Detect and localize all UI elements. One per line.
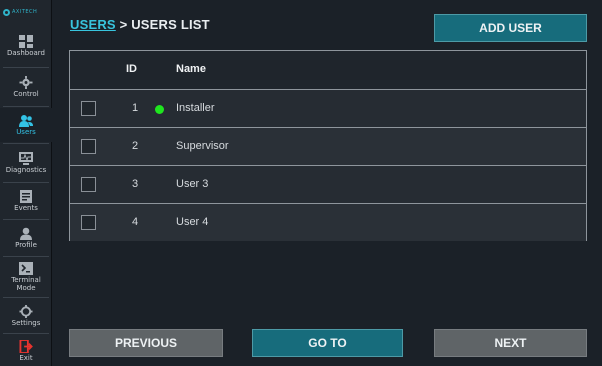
logo-text: AXITECH [12,9,38,15]
table-row[interactable]: 2 Supervisor [70,127,586,165]
divider [3,143,49,144]
divider [3,106,49,107]
sidebar-item-label: Control [13,90,39,98]
events-icon [20,190,32,203]
sidebar-item-dashboard[interactable]: Dashboard [0,26,52,66]
divider [3,256,49,257]
users-table: ID Name 1 Installer 2 Supervisor 3 User … [69,50,587,241]
add-user-button[interactable]: ADD USER [434,14,587,42]
settings-icon [19,304,33,318]
sidebar-item-users[interactable]: Users [0,108,52,142]
sidebar-item-events[interactable]: Events [0,184,52,218]
row-id: 2 [131,140,139,152]
logo: AXITECH [3,5,49,19]
divider [3,67,49,68]
dashboard-icon [19,35,33,48]
column-header-name: Name [176,63,206,75]
sidebar-item-profile[interactable]: Profile [0,221,52,255]
sidebar-item-label: Settings [11,318,41,327]
online-status-dot-icon [155,105,164,114]
logo-mark-icon [3,8,10,16]
sidebar-item-diagnostics[interactable]: Diagnostics [0,145,52,181]
sidebar: AXITECH Dashboard Control Users Diagnost… [0,0,52,366]
table-row[interactable]: 4 User 4 [70,203,586,241]
sidebar-item-label: Terminal Mode [11,276,41,292]
users-list-screen: AXITECH Dashboard Control Users Diagnost… [0,0,602,366]
row-name: Supervisor [176,140,229,152]
sidebar-item-label: Events [14,204,38,212]
sidebar-item-label: Exit [19,353,33,362]
row-name: User 3 [176,178,209,190]
sidebar-item-label: Users [16,128,36,136]
diagnostics-icon [19,152,33,165]
goto-button[interactable]: GO TO [252,329,403,357]
sidebar-item-settings[interactable]: Settings [0,299,52,332]
terminal-icon [19,262,33,275]
row-id: 4 [131,216,139,228]
divider [3,182,49,183]
row-checkbox[interactable] [81,101,96,116]
table-row[interactable]: 1 Installer [70,89,586,127]
sidebar-item-exit[interactable]: Exit [0,335,52,366]
divider [3,219,49,220]
row-checkbox[interactable] [81,177,96,192]
sidebar-item-control[interactable]: Control [0,69,52,105]
sidebar-item-terminal-mode[interactable]: Terminal Mode [0,258,52,296]
breadcrumb-link-users[interactable]: USERS [70,17,116,32]
divider [3,333,49,334]
sidebar-item-label: Dashboard [7,49,45,57]
table-row[interactable]: 3 User 3 [70,165,586,203]
row-id: 3 [131,178,139,190]
sidebar-item-label: Diagnostics [5,166,47,174]
gear-icon [19,76,33,89]
row-checkbox[interactable] [81,139,96,154]
exit-icon [19,339,33,353]
column-header-id: ID [126,63,137,75]
users-icon [19,115,33,127]
next-button[interactable]: NEXT [434,329,587,357]
table-header: ID Name [70,51,586,89]
row-checkbox[interactable] [81,215,96,230]
breadcrumb: USERS > USERS LIST [70,17,210,32]
profile-icon [20,227,32,240]
row-name: Installer [176,102,215,114]
breadcrumb-separator: > [115,17,132,32]
previous-button[interactable]: PREVIOUS [69,329,223,357]
row-name: User 4 [176,216,209,228]
divider [3,297,49,298]
breadcrumb-current: USERS LIST [131,17,210,32]
sidebar-item-label: Profile [15,241,37,249]
row-id: 1 [131,102,139,114]
